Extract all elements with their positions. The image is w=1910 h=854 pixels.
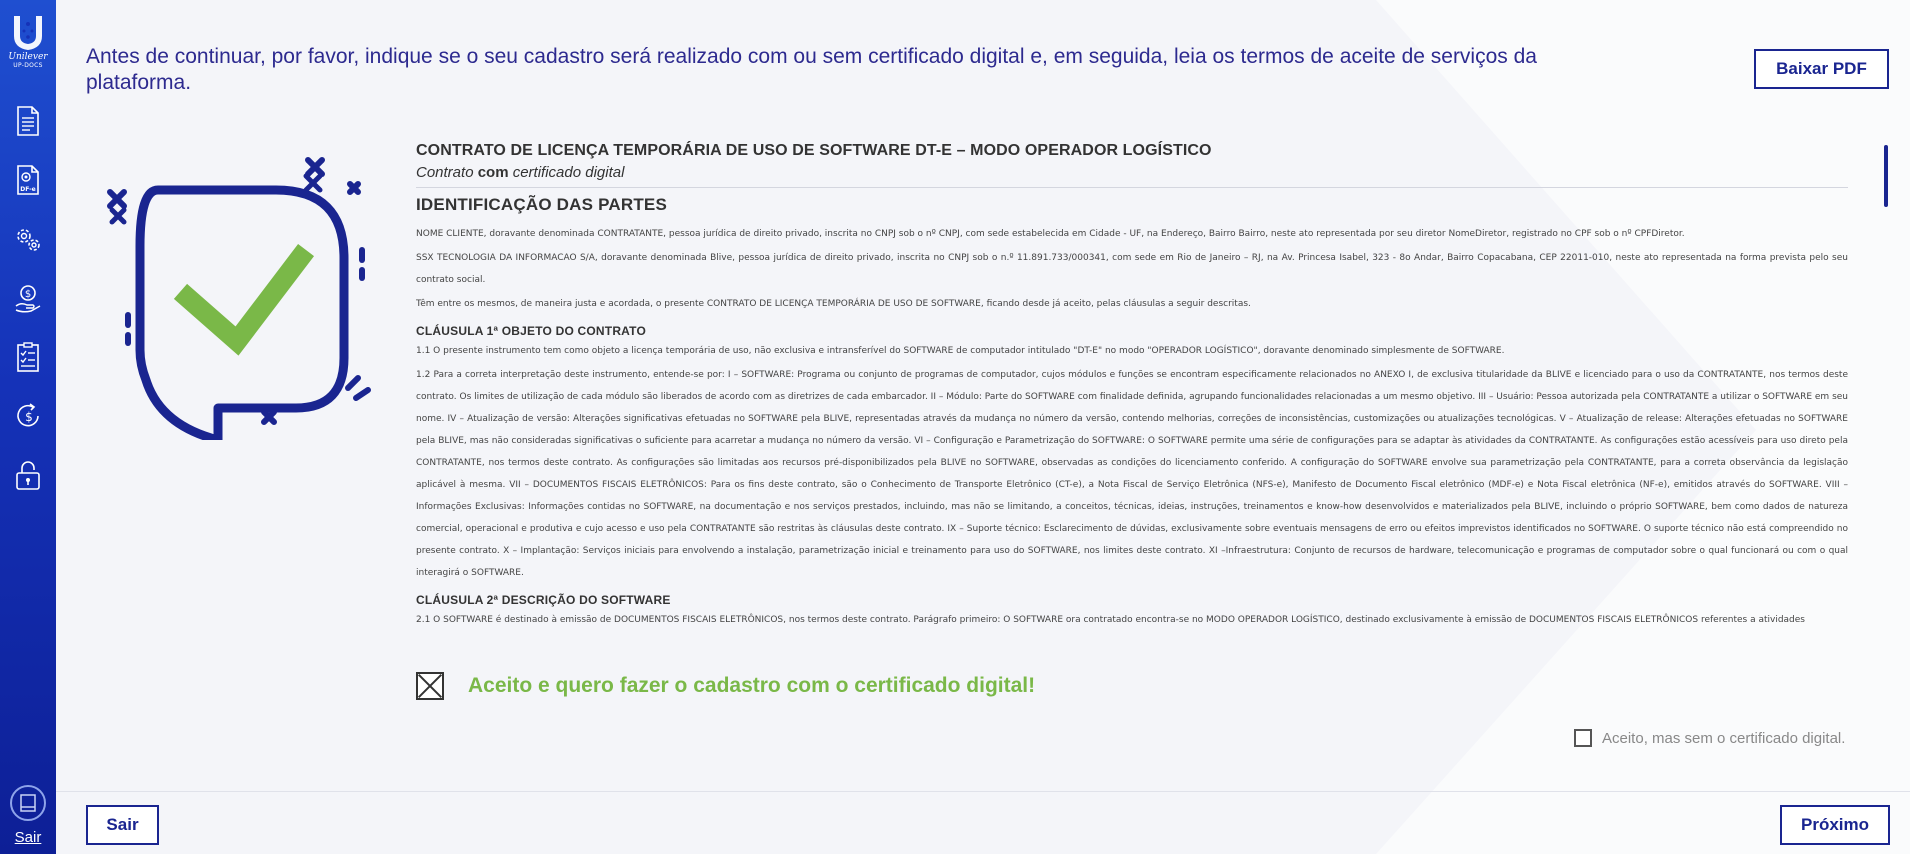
accept-with-certificate-option[interactable]: Aceito e quero fazer o cadastro com o ce… <box>416 672 1035 700</box>
sidebar: Unilever UP-DOCS DF-e $ $ Sair <box>0 0 56 854</box>
subtitle-bold: com <box>477 164 509 181</box>
contract-paragraph: 1.1 O presente instrumento tem como obje… <box>416 346 1505 356</box>
contract-scroll-area[interactable]: NOME CLIENTE, doravante denominada CONTR… <box>416 215 1848 724</box>
dfe-badge: DF-e <box>20 186 35 193</box>
clause-title: CLÁUSULA 2ª DESCRIÇÃO DO SOFTWARE <box>416 593 671 607</box>
contract-paragraph: 1.2 Para a correta interpretação deste i… <box>416 370 1848 578</box>
sidebar-item-settings[interactable] <box>0 209 56 268</box>
sidebar-bottom: Sair <box>0 785 56 846</box>
sidebar-item-documents[interactable] <box>0 91 56 150</box>
svg-text:$: $ <box>25 410 33 424</box>
unilever-u-icon <box>14 16 42 50</box>
exit-button[interactable]: Sair <box>86 805 159 845</box>
money-hand-icon: $ <box>15 284 41 313</box>
contract-scrollbar[interactable] <box>1884 145 1888 207</box>
contract-paragraph: NOME CLIENTE, doravante denominada CONTR… <box>416 229 1685 239</box>
next-button[interactable]: Próximo <box>1780 805 1890 845</box>
checkmark-chat-illustration <box>107 157 371 440</box>
sidebar-nav: DF-e $ $ <box>0 91 56 504</box>
accept-with-certificate-label: Aceito e quero fazer o cadastro com o ce… <box>468 674 1036 697</box>
dfe-document-icon: DF-e <box>17 164 39 195</box>
sidebar-item-payments[interactable]: $ <box>0 268 56 327</box>
accept-without-certificate-label: Aceito, mas sem o certificado digital. <box>1602 729 1846 747</box>
sidebar-exit-link[interactable]: Sair <box>15 829 42 846</box>
intro-text: Antes de continuar, por favor, indique s… <box>86 45 1537 94</box>
contract-title: CONTRATO DE LICENÇA TEMPORÁRIA DE USO DE… <box>416 142 1212 159</box>
clause-title: CLÁUSULA 1ª OBJETO DO CONTRATO <box>416 324 647 338</box>
document-icon <box>17 105 39 136</box>
padlock-icon <box>16 460 40 490</box>
accept-without-certificate-option[interactable]: Aceito, mas sem o certificado digital. <box>1574 729 1845 747</box>
accept-with-certificate-checkbox[interactable] <box>416 672 444 700</box>
footer-divider <box>56 791 1910 792</box>
contract-paragraph: 2.1 O SOFTWARE é destinado à emissão de … <box>416 615 1805 625</box>
svg-text:$: $ <box>25 289 31 300</box>
contract-subtitle: Contrato com certificado digital <box>416 164 1850 181</box>
dollar-refresh-icon: $ <box>17 402 39 426</box>
settings-gears-icon <box>17 228 40 251</box>
exit-door-icon[interactable] <box>10 785 46 821</box>
sidebar-item-dfe[interactable]: DF-e <box>0 150 56 209</box>
contract-section: CONTRATO DE LICENÇA TEMPORÁRIA DE USO DE… <box>416 142 1850 724</box>
logo-brand: Unilever <box>8 52 48 62</box>
logo-subtitle: UP-DOCS <box>13 62 43 69</box>
contract-paragraph: Têm entre os mesmos, de maneira justa e … <box>416 299 1251 309</box>
sidebar-item-financial[interactable]: $ <box>0 386 56 445</box>
clipboard-checklist-icon <box>17 341 39 372</box>
section-heading: IDENTIFICAÇÃO DAS PARTES <box>416 195 667 214</box>
download-pdf-button[interactable]: Baixar PDF <box>1754 49 1889 89</box>
sidebar-item-checklist[interactable] <box>0 327 56 386</box>
subtitle-prefix: Contrato <box>416 164 478 181</box>
sidebar-item-security[interactable] <box>0 445 56 504</box>
unilever-logo[interactable]: Unilever UP-DOCS <box>6 14 50 69</box>
contract-paragraph: SSX TECNOLOGIA DA INFORMACAO S/A, dorava… <box>416 253 1848 285</box>
contract-divider <box>416 187 1848 188</box>
accept-without-certificate-checkbox[interactable] <box>1574 729 1592 747</box>
subtitle-suffix: certificado digital <box>508 164 625 181</box>
